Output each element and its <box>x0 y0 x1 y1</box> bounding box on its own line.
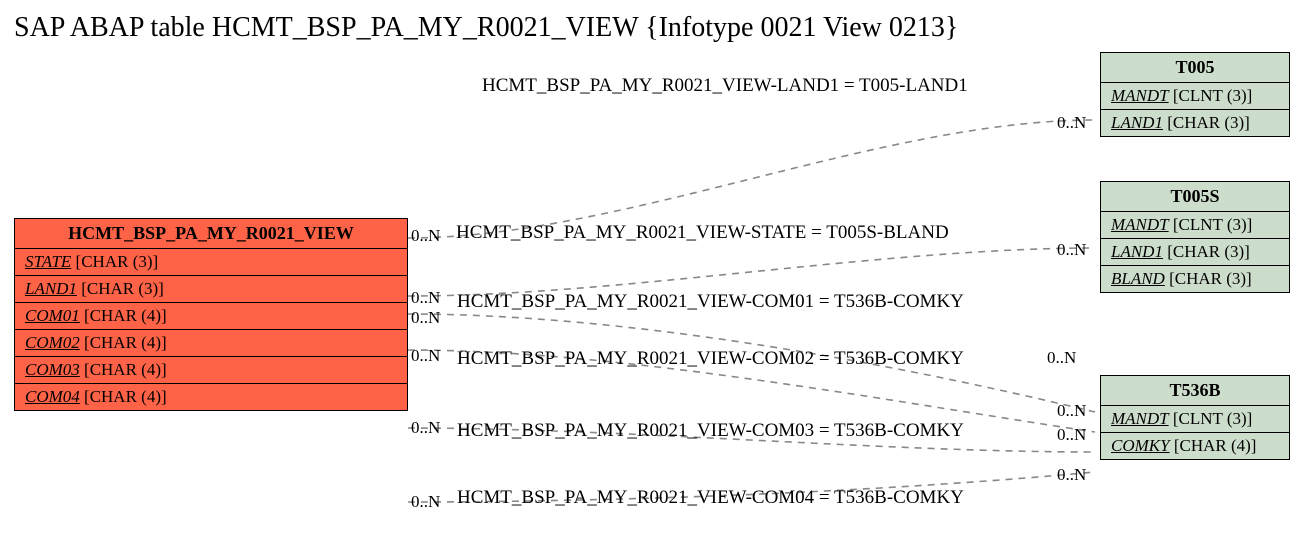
cardinality-label: 0..N <box>411 308 440 328</box>
table-row: MANDT [CLNT (3)] <box>1101 406 1289 433</box>
table-row: LAND1 [CHAR (3)] <box>1101 110 1289 136</box>
relation-label: HCMT_BSP_PA_MY_R0021_VIEW-COM04 = T536B-… <box>457 487 964 509</box>
entity-t005-header: T005 <box>1101 53 1289 83</box>
table-row: COM04 [CHAR (4)] <box>15 384 407 410</box>
page-title: SAP ABAP table HCMT_BSP_PA_MY_R0021_VIEW… <box>14 12 958 44</box>
relation-label: HCMT_BSP_PA_MY_R0021_VIEW-STATE = T005S-… <box>456 222 949 244</box>
table-row: STATE [CHAR (3)] <box>15 249 407 276</box>
cardinality-label: 0..N <box>411 492 440 512</box>
table-row: COM02 [CHAR (4)] <box>15 330 407 357</box>
cardinality-label: 0..N <box>1057 240 1086 260</box>
relation-label: HCMT_BSP_PA_MY_R0021_VIEW-LAND1 = T005-L… <box>482 75 968 97</box>
cardinality-label: 0..N <box>411 418 440 438</box>
entity-t005s-header: T005S <box>1101 182 1289 212</box>
table-row: COMKY [CHAR (4)] <box>1101 433 1289 459</box>
table-row: MANDT [CLNT (3)] <box>1101 83 1289 110</box>
cardinality-label: 0..N <box>1047 348 1076 368</box>
entity-t536b: T536B MANDT [CLNT (3)] COMKY [CHAR (4)] <box>1100 375 1290 460</box>
cardinality-label: 0..N <box>411 226 440 246</box>
table-row: BLAND [CHAR (3)] <box>1101 266 1289 292</box>
table-row: COM01 [CHAR (4)] <box>15 303 407 330</box>
cardinality-label: 0..N <box>1057 113 1086 133</box>
cardinality-label: 0..N <box>411 346 440 366</box>
entity-main-header: HCMT_BSP_PA_MY_R0021_VIEW <box>15 219 407 249</box>
entity-t536b-header: T536B <box>1101 376 1289 406</box>
table-row: LAND1 [CHAR (3)] <box>15 276 407 303</box>
table-row: LAND1 [CHAR (3)] <box>1101 239 1289 266</box>
cardinality-label: 0..N <box>1057 401 1086 421</box>
entity-main: HCMT_BSP_PA_MY_R0021_VIEW STATE [CHAR (3… <box>14 218 408 411</box>
relation-label: HCMT_BSP_PA_MY_R0021_VIEW-COM02 = T536B-… <box>457 348 964 370</box>
relation-label: HCMT_BSP_PA_MY_R0021_VIEW-COM01 = T536B-… <box>457 291 964 313</box>
cardinality-label: 0..N <box>1057 465 1086 485</box>
table-row: MANDT [CLNT (3)] <box>1101 212 1289 239</box>
entity-t005: T005 MANDT [CLNT (3)] LAND1 [CHAR (3)] <box>1100 52 1290 137</box>
cardinality-label: 0..N <box>411 288 440 308</box>
relation-label: HCMT_BSP_PA_MY_R0021_VIEW-COM03 = T536B-… <box>457 420 964 442</box>
cardinality-label: 0..N <box>1057 425 1086 445</box>
table-row: COM03 [CHAR (4)] <box>15 357 407 384</box>
entity-t005s: T005S MANDT [CLNT (3)] LAND1 [CHAR (3)] … <box>1100 181 1290 293</box>
